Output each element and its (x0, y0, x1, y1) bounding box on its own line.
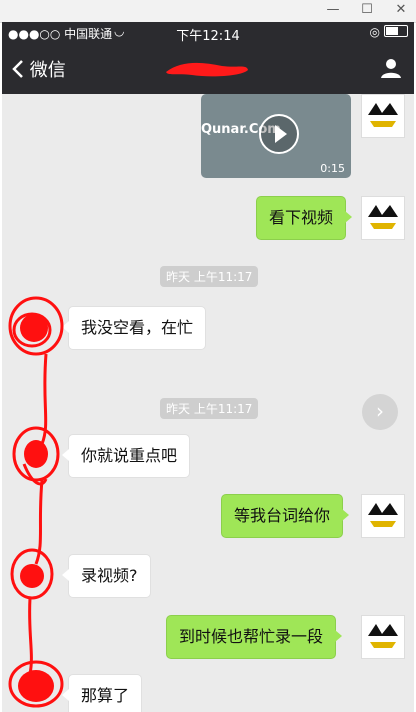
minimize-button[interactable]: — (318, 0, 348, 20)
my-avatar[interactable] (361, 196, 405, 240)
chat-area[interactable]: Qunar.Com 0:15 看下视频 昨天 上午11:17 我没空看，在忙 昨… (2, 94, 414, 712)
back-button[interactable]: 微信 (12, 56, 66, 82)
message-bubble-received[interactable]: 那算了 (61, 674, 143, 712)
my-avatar[interactable] (361, 615, 405, 659)
back-label: 微信 (29, 60, 66, 81)
status-bar: ●●●○○ 中国联通 ◡ 下午12:14 ◎ (2, 22, 414, 44)
lock-rotation-icon: ◎ (369, 25, 380, 39)
redacted-title-scribble (166, 62, 248, 77)
timestamp-label: 昨天 上午11:17 (160, 266, 259, 287)
status-right: ◎ (370, 25, 408, 39)
chevron-left-icon (12, 60, 23, 78)
message-bubble-received[interactable]: 我没空看，在忙 (61, 306, 207, 350)
status-time: 下午12:14 (176, 29, 240, 44)
phone-screen: ●●●○○ 中国联通 ◡ 下午12:14 ◎ 微信 Qunar.Com 0:15… (2, 22, 414, 712)
message-bubble-received[interactable]: 你就说重点吧 (61, 434, 191, 478)
battery-icon (384, 25, 408, 37)
video-message[interactable]: Qunar.Com 0:15 (201, 94, 351, 178)
my-avatar[interactable] (361, 494, 405, 538)
message-bubble-sent[interactable]: 等我台词给你 (221, 494, 350, 538)
redacted-avatar-scribble (8, 296, 64, 708)
play-icon[interactable] (259, 114, 299, 154)
video-duration: 0:15 (320, 162, 345, 175)
message-bubble-sent[interactable]: 看下视频 (256, 196, 353, 240)
message-bubble-received[interactable]: 录视频? (62, 554, 151, 598)
close-button[interactable]: ✕ (386, 0, 416, 20)
person-icon[interactable] (380, 57, 402, 79)
chevron-right-icon[interactable]: › (362, 394, 398, 430)
chat-header: 微信 (2, 44, 414, 94)
maximize-button[interactable]: ☐ (352, 0, 382, 20)
my-avatar[interactable] (361, 94, 405, 138)
message-bubble-sent[interactable]: 到时候也帮忙录一段 (166, 615, 343, 659)
window-title-bar: — ☐ ✕ (0, 0, 416, 23)
timestamp-label: 昨天 上午11:17 (160, 398, 259, 419)
